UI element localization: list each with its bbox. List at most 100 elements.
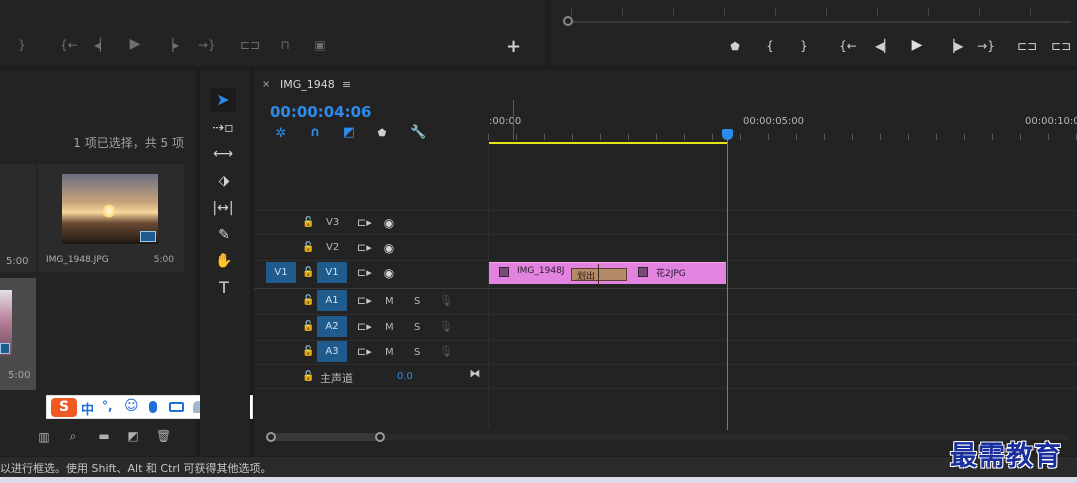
tab-timeline-name[interactable]: IMG_1948 <box>280 78 335 91</box>
solo-button[interactable]: S <box>414 296 420 307</box>
clip-name: IMG_1948J <box>517 266 565 276</box>
timecode-display[interactable]: 00:00:04:06 <box>270 103 372 121</box>
time-ruler[interactable]: :00:00 00:00:05:00 00:00:10:00 <box>488 100 1077 142</box>
eye-icon[interactable]: ◉ <box>382 241 396 255</box>
header-divider <box>488 144 489 428</box>
sync-lock-icon[interactable]: ⊏▸ <box>357 294 372 308</box>
project-item[interactable]: IMG_1948.JPG 5:00 <box>38 164 184 272</box>
clear-trash-icon[interactable]: 🗑 <box>156 429 171 443</box>
step-forward-icon[interactable]: ▕▶ <box>945 39 963 53</box>
playhead-line[interactable] <box>727 136 728 430</box>
search-icon[interactable]: ⌕ <box>66 429 80 443</box>
new-bin-icon[interactable]: ▬ <box>96 429 112 443</box>
voiceover-mic-icon[interactable]: 🎙 <box>439 345 453 359</box>
ime-keyboard-icon[interactable] <box>169 402 184 412</box>
nest-icon[interactable]: ✲ <box>274 127 288 141</box>
ime-punct[interactable]: °, <box>102 399 113 413</box>
mute-button[interactable]: M <box>385 347 394 358</box>
go-to-out-icon[interactable]: →} <box>198 38 216 52</box>
voiceover-mic-icon[interactable]: 🎙 <box>439 320 453 334</box>
track-divider <box>254 314 1077 315</box>
snap-icon[interactable]: ∩ <box>308 126 322 140</box>
step-forward-icon[interactable]: ▕▸ <box>164 38 179 52</box>
hand-tool-icon[interactable]: ✋ <box>214 254 234 268</box>
export-frame-icon[interactable]: ▣ <box>312 38 328 52</box>
tab-menu-icon[interactable]: ≡ <box>342 78 351 91</box>
lift-icon[interactable]: ⊏⊐ <box>1017 39 1037 53</box>
ime-voice-icon[interactable] <box>149 401 157 413</box>
new-item-icon[interactable]: ◩ <box>126 429 140 443</box>
add-marker-icon[interactable]: ⬟ <box>376 127 388 141</box>
slip-tool-icon[interactable]: |↔| <box>212 201 234 215</box>
program-scrub-handle[interactable] <box>563 16 573 26</box>
play-icon[interactable]: ▶ <box>128 37 142 51</box>
eye-icon[interactable]: ◉ <box>382 266 396 280</box>
track-select-tool-icon[interactable]: ⇢▫ <box>212 121 234 135</box>
play-icon[interactable]: ▶ <box>909 38 925 52</box>
sync-lock-icon[interactable]: ⊏▸ <box>357 266 372 280</box>
playhead-handle[interactable] <box>722 129 733 140</box>
pen-tool-icon[interactable]: ✎ <box>214 228 234 242</box>
close-tab-icon[interactable]: × <box>262 79 270 90</box>
add-marker-icon[interactable]: ⬟ <box>729 40 741 54</box>
ruler-ticks <box>488 134 1077 140</box>
track-target-a1[interactable]: A1 <box>317 290 347 311</box>
linked-selection-icon[interactable]: ◩ <box>342 126 356 140</box>
fx-badge-icon <box>499 267 509 277</box>
eye-icon[interactable]: ◉ <box>382 216 396 230</box>
go-to-in-icon[interactable]: {← <box>60 38 78 52</box>
track-target-a3[interactable]: A3 <box>317 341 347 362</box>
extract-icon[interactable]: ⊏⊐ <box>1051 39 1071 53</box>
step-back-icon[interactable]: ◂▏ <box>94 38 109 52</box>
mark-out-icon[interactable]: } <box>16 38 28 52</box>
project-item-selected[interactable]: 5:00 <box>0 278 36 390</box>
mark-in-icon[interactable]: { <box>765 39 775 53</box>
lock-icon[interactable]: 🔓 <box>302 294 314 308</box>
program-scrub-track[interactable] <box>571 21 1071 23</box>
sync-lock-icon[interactable]: ⊏▸ <box>357 216 372 230</box>
sync-lock-icon[interactable]: ⊏▸ <box>357 241 372 255</box>
track-target-v1[interactable]: V1 <box>317 262 347 283</box>
zoom-handle-left[interactable] <box>266 432 276 442</box>
zoom-scrollbar[interactable] <box>268 433 384 441</box>
go-to-edge-icon[interactable]: ⧓ <box>468 367 482 381</box>
clip-img1948[interactable]: IMG_1948J 划出 花2JPG <box>489 262 726 286</box>
solo-button[interactable]: S <box>414 347 420 358</box>
overwrite-icon[interactable]: ⊓ <box>276 38 294 52</box>
lock-icon[interactable]: 🔓 <box>302 216 314 230</box>
lock-icon[interactable]: 🔓 <box>302 345 314 359</box>
master-volume-value[interactable]: 0.0 <box>397 371 413 382</box>
project-item[interactable]: 5:00 <box>0 164 36 272</box>
insert-icon[interactable]: ⊏⊐ <box>240 38 260 52</box>
work-area-bar[interactable] <box>489 142 728 144</box>
zoom-handle-right[interactable] <box>375 432 385 442</box>
lock-icon[interactable]: 🔓 <box>302 266 314 280</box>
add-button-icon[interactable]: + <box>506 36 521 57</box>
step-back-icon[interactable]: ◀▏ <box>875 39 893 53</box>
sync-lock-icon[interactable]: ⊏▸ <box>357 345 372 359</box>
settings-wrench-icon[interactable]: 🔧 <box>410 126 426 140</box>
sync-lock-icon[interactable]: ⊏▸ <box>357 320 372 334</box>
lock-icon[interactable]: 🔓 <box>302 241 314 255</box>
mute-button[interactable]: M <box>385 322 394 333</box>
voiceover-mic-icon[interactable]: 🎙 <box>439 294 453 308</box>
solo-button[interactable]: S <box>414 322 420 333</box>
ime-chinese-mode[interactable]: 中 <box>81 399 94 418</box>
track-target-a2[interactable]: A2 <box>317 316 347 337</box>
lock-icon[interactable]: 🔓 <box>302 370 314 384</box>
type-tool-icon[interactable]: T <box>214 280 234 296</box>
mute-button[interactable]: M <box>385 296 394 307</box>
go-to-in-icon[interactable]: {← <box>839 39 857 53</box>
razor-tool-icon[interactable]: ⬗ <box>214 174 234 188</box>
lock-icon[interactable]: 🔓 <box>302 320 314 334</box>
freeform-view-icon[interactable]: ▥ <box>36 430 52 444</box>
timeline-zoom-track[interactable] <box>268 434 1068 440</box>
program-monitor-panel: ⬟ { } {← ◀▏ ▶ ▕▶ →} ⊏⊐ ⊏⊐ <box>551 0 1077 66</box>
go-to-out-icon[interactable]: →} <box>977 39 995 53</box>
transition-wipe[interactable]: 划出 <box>571 264 627 286</box>
selection-tool-icon[interactable]: ➤ <box>210 88 236 112</box>
mark-out-icon[interactable]: } <box>799 39 809 53</box>
source-patch-v1[interactable]: V1 <box>266 262 296 283</box>
ime-emoji-icon[interactable]: ☺ <box>124 398 139 414</box>
ripple-edit-tool-icon[interactable]: ⟷ <box>212 147 234 161</box>
